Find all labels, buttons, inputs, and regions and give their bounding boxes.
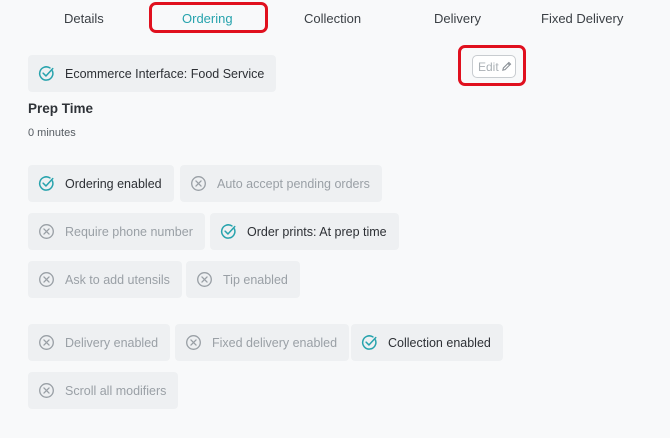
setting-label: Order prints: At prep time (247, 224, 387, 239)
tab-fixed-delivery[interactable]: Fixed Delivery (541, 11, 623, 26)
setting-collection-enabled: Collection enabled (351, 324, 503, 361)
edit-button-label: Edit (478, 59, 499, 74)
setting-label: Delivery enabled (65, 335, 159, 350)
setting-label: Ask to add utensils (65, 272, 170, 287)
x-circle-icon (38, 223, 55, 240)
setting-require-phone: Require phone number (28, 213, 205, 250)
x-circle-icon (38, 382, 55, 399)
x-circle-icon (38, 334, 55, 351)
setting-label: Ordering enabled (65, 176, 162, 191)
setting-fixed-delivery-enabled: Fixed delivery enabled (175, 324, 350, 361)
tab-delivery[interactable]: Delivery (434, 11, 481, 26)
setting-label: Collection enabled (388, 335, 491, 350)
x-circle-icon (196, 271, 213, 288)
check-circle-icon (38, 175, 55, 192)
check-circle-icon (361, 334, 378, 351)
setting-ask-utensils: Ask to add utensils (28, 261, 182, 298)
setting-order-prints: Order prints: At prep time (210, 213, 399, 250)
setting-label: Scroll all modifiers (65, 383, 167, 398)
prep-time-heading: Prep Time (28, 101, 94, 116)
tab-details[interactable]: Details (64, 11, 104, 26)
x-circle-icon (38, 271, 55, 288)
check-circle-icon (38, 65, 55, 82)
setting-label: Fixed delivery enabled (212, 335, 338, 350)
setting-ordering-enabled: Ordering enabled (28, 165, 174, 202)
x-circle-icon (185, 334, 202, 351)
tab-collection[interactable]: Collection (304, 11, 361, 26)
x-circle-icon (190, 175, 207, 192)
setting-label: Auto accept pending orders (217, 176, 370, 191)
interface-chip: Ecommerce Interface: Food Service (28, 55, 277, 92)
pencil-icon (501, 61, 511, 71)
setting-tip-enabled: Tip enabled (186, 261, 300, 298)
tab-bar: Details Ordering Collection Delivery Fix… (0, 0, 670, 40)
setting-auto-accept: Auto accept pending orders (180, 165, 382, 202)
prep-time-value: 0 minutes (28, 127, 76, 139)
check-circle-icon (220, 223, 237, 240)
setting-label: Require phone number (65, 224, 193, 239)
setting-scroll-modifiers: Scroll all modifiers (28, 372, 179, 409)
setting-delivery-enabled: Delivery enabled (28, 324, 171, 361)
tab-ordering[interactable]: Ordering (182, 11, 233, 26)
interface-chip-label: Ecommerce Interface: Food Service (65, 66, 265, 81)
setting-label: Tip enabled (223, 272, 288, 287)
edit-button[interactable]: Edit (472, 55, 516, 78)
